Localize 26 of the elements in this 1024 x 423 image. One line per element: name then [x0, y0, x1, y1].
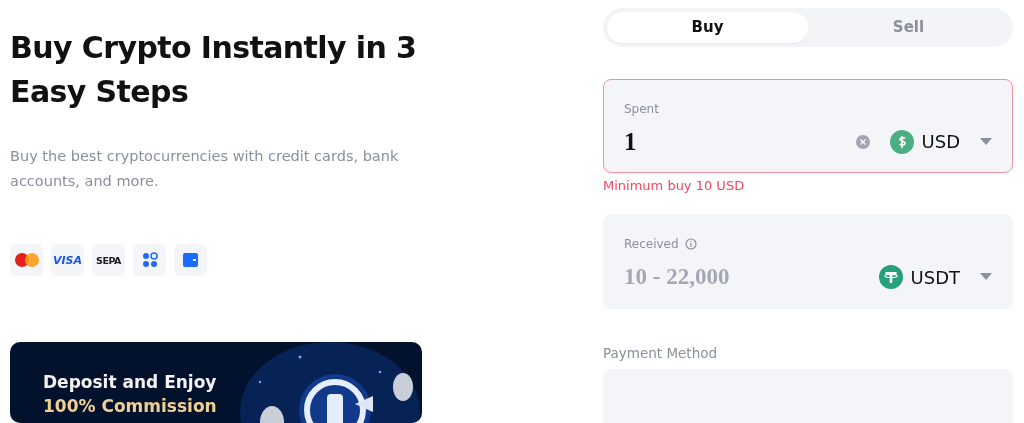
tab[interactable]: Buy [607, 12, 808, 43]
four-dots-icon [141, 252, 158, 268]
currency-code[interactable]: USDT [910, 266, 960, 288]
section-label: Payment Method [603, 344, 719, 361]
caret-icon[interactable] [980, 273, 992, 282]
mastercard-icon [13, 252, 40, 268]
currency-code[interactable]: USD [921, 131, 960, 153]
field-label: Spent [624, 101, 659, 116]
clear-icon[interactable] [855, 134, 870, 149]
amount-placeholder: 10 - 22,000 [624, 264, 731, 291]
wallet-icon [183, 253, 198, 267]
hero-subtitle: Buy the best cryptocurrencies with credit cards, bank accounts, and more. [10, 147, 400, 191]
tether-coin-icon [878, 265, 903, 290]
dollar-coin-icon [889, 129, 914, 154]
field-label: Received [624, 237, 679, 252]
spent-field[interactable]: Spent 1 USD [603, 78, 1013, 174]
received-field[interactable]: Received 10 - 22,000 USDT [603, 214, 1013, 309]
visa-logo: VISA [52, 253, 82, 267]
banner-heading: Deposit and Enjoy [43, 372, 217, 392]
hero-title: Buy Crypto Instantly in 3 Easy Steps [10, 29, 418, 111]
info-icon[interactable] [684, 238, 697, 251]
sepa-logo: SEPA [96, 254, 121, 266]
amount-value: 1 [624, 127, 638, 156]
caret-icon[interactable] [980, 137, 992, 146]
error-message: Minimum buy 10 USD [603, 178, 746, 194]
banner-highlight: 100% Commission [43, 396, 217, 416]
